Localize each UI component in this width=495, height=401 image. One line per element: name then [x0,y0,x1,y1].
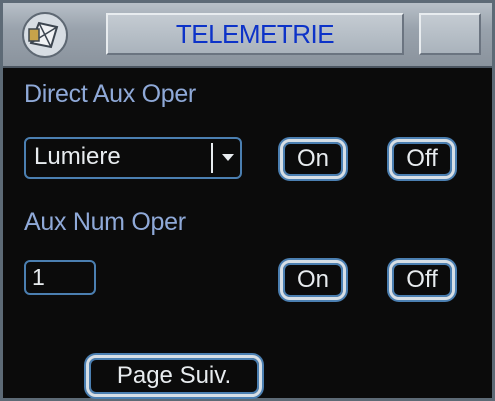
chevron-down-icon[interactable] [222,154,234,161]
window-title: TELEMETRIE [106,13,404,55]
direct-aux-select[interactable]: Lumiere [24,137,242,179]
direct-aux-label: Direct Aux Oper [24,80,196,108]
aux-num-input[interactable] [24,260,96,295]
aux-num-on-button[interactable]: On [280,260,346,300]
aux-num-label: Aux Num Oper [24,208,186,236]
select-divider [211,143,213,173]
next-page-button[interactable]: Page Suiv. [86,355,262,397]
title-bar-right-panel [419,13,481,55]
telemetry-dialog: TELEMETRIE Direct Aux Oper Lumiere On Of… [0,0,495,401]
direct-aux-on-button[interactable]: On [280,139,346,179]
direct-aux-select-value: Lumiere [34,143,121,170]
camera-icon [19,9,71,61]
direct-aux-off-button[interactable]: Off [389,139,455,179]
aux-num-off-button[interactable]: Off [389,260,455,300]
title-bar: TELEMETRIE [3,3,492,68]
